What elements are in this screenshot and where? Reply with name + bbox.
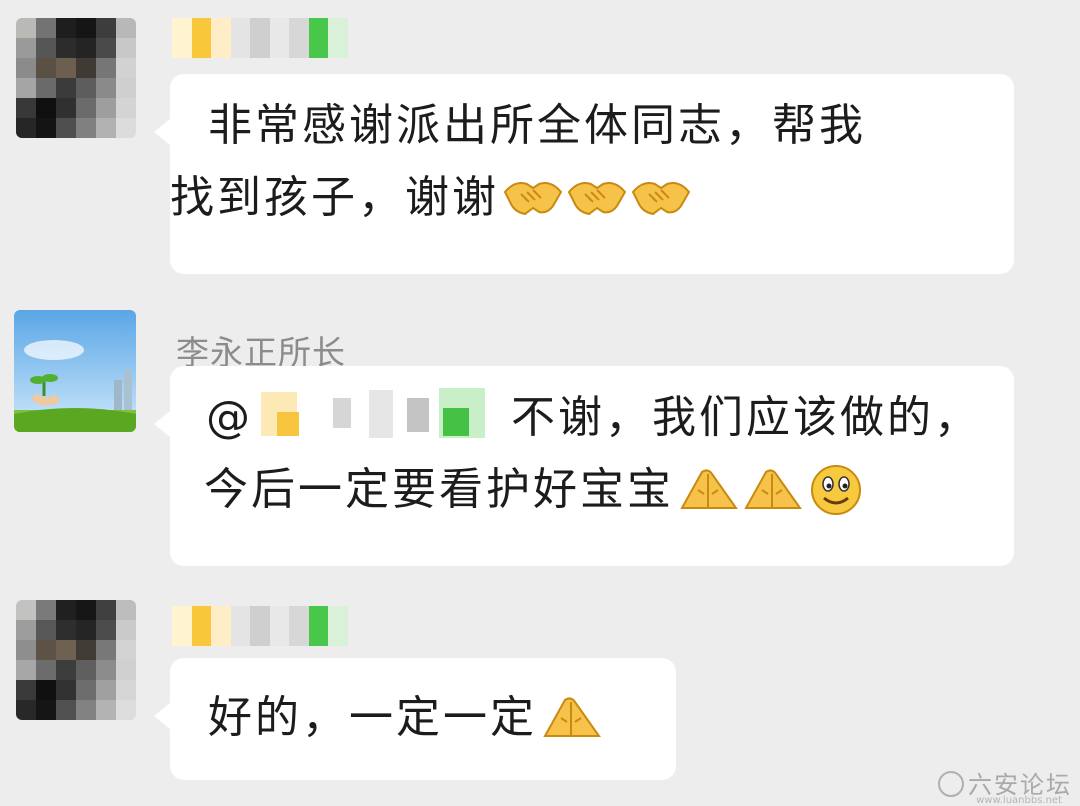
chat-message-1: 非常感谢派出所全体同志，帮我 找到孩子，谢谢 bbox=[0, 0, 1080, 285]
station-chief-avatar[interactable] bbox=[14, 310, 136, 432]
chat-message-3: 好的，一定一定 bbox=[0, 590, 1080, 790]
message-text-line-1: 好的，一定一定 bbox=[208, 692, 537, 743]
blurred-sender-name bbox=[172, 18, 348, 58]
mention-at[interactable]: @ bbox=[206, 392, 253, 443]
handshake-icon bbox=[567, 182, 627, 216]
message-text-line-2: 找到孩子，谢谢 bbox=[170, 172, 499, 223]
folded-hands-icon bbox=[680, 469, 738, 509]
watermark-url: www.luanbbs.net bbox=[976, 795, 1062, 806]
handshake-icon bbox=[631, 182, 691, 216]
smiley-icon bbox=[811, 465, 861, 515]
message-bubble[interactable]: @ 不谢，我们应该做的， 今后一定要看护好宝宝 bbox=[154, 366, 1014, 566]
watermark-logo-icon bbox=[938, 771, 964, 797]
blurred-sender-name bbox=[172, 606, 348, 646]
message-text-line-2: 今后一定要看护好宝宝 bbox=[204, 464, 674, 515]
message-bubble[interactable]: 非常感谢派出所全体同志，帮我 找到孩子，谢谢 bbox=[154, 74, 1014, 274]
user-avatar[interactable] bbox=[16, 600, 136, 720]
folded-hands-icon bbox=[543, 697, 601, 737]
folded-hands-icon bbox=[744, 469, 802, 509]
message-text-line-1: 非常感谢派出所全体同志，帮我 bbox=[208, 100, 866, 151]
blurred-mention-name[interactable] bbox=[257, 388, 489, 440]
message-bubble[interactable]: 好的，一定一定 bbox=[154, 658, 676, 780]
message-text-line-1: 不谢，我们应该做的， bbox=[511, 392, 981, 443]
handshake-icon bbox=[503, 182, 563, 216]
chat-message-2: 李永正所长 @ 不谢，我们应该做的， 今后一定要看护好宝宝 bbox=[0, 310, 1080, 570]
user-avatar[interactable] bbox=[16, 18, 136, 138]
